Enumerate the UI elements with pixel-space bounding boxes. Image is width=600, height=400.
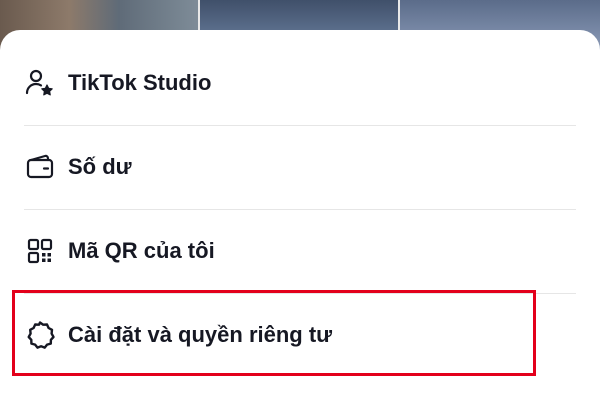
menu-item-label: Số dư: [68, 154, 132, 179]
menu-item-settings-and-privacy[interactable]: Cài đặt và quyền riêng tư: [0, 294, 600, 376]
menu-item-label: Cài đặt và quyền riêng tư: [68, 322, 333, 347]
screen: TikTok Studio Số dư Mã QR của tôi Cài đặ…: [0, 0, 600, 400]
person-star-icon: [24, 67, 56, 99]
wallet-icon: [24, 151, 56, 183]
menu-item-balance[interactable]: Số dư: [0, 126, 600, 208]
bottom-sheet-menu: TikTok Studio Số dư Mã QR của tôi Cài đặ…: [0, 30, 600, 400]
menu-item-my-qr-code[interactable]: Mã QR của tôi: [0, 210, 600, 292]
menu-item-label: TikTok Studio: [68, 70, 212, 95]
menu-item-label: Mã QR của tôi: [68, 238, 215, 263]
gear-icon: [24, 319, 56, 351]
menu-item-tiktok-studio[interactable]: TikTok Studio: [0, 42, 600, 124]
qr-code-icon: [24, 235, 56, 267]
